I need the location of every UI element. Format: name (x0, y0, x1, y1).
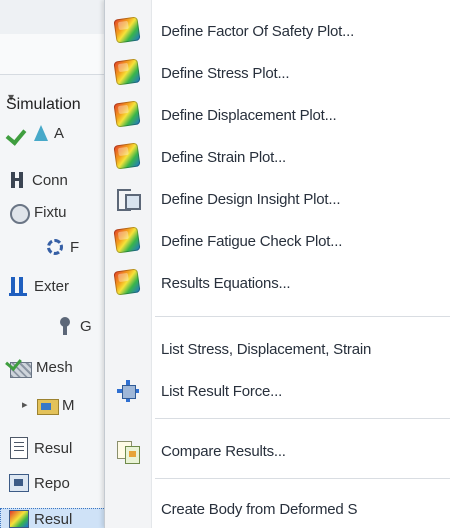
menu-item-label: List Stress, Displacement, Strain (161, 340, 372, 358)
results-context-menu: Define Factor Of Safety Plot... Define S… (104, 0, 450, 528)
tree-row-label: Conn (32, 171, 68, 189)
tree-row-label: G (80, 317, 92, 335)
tree-toolbar (0, 0, 110, 35)
simulation-tree-panel: ▾ Simulation A Conn Fixtu F Exter G Mesh… (0, 0, 110, 528)
fixture-item-icon (44, 236, 66, 258)
tree-filter-bar[interactable]: ▾ (0, 34, 110, 104)
menu-item-results-equations[interactable]: Results Equations... (105, 268, 450, 298)
tree-row-report[interactable]: Repo (8, 468, 70, 498)
tree-row-label: A (54, 124, 65, 142)
tree-row-results[interactable]: Resul (8, 504, 72, 528)
tree-row-label: Repo (34, 474, 70, 492)
tree-row-label: Resul (34, 439, 73, 457)
compare-results-icon (115, 438, 141, 464)
menu-item-list-result-force[interactable]: List Result Force... (105, 376, 450, 406)
menu-item-label: Define Displacement Plot... (161, 106, 337, 124)
result-force-icon (115, 378, 141, 404)
mesh-icon (5, 353, 32, 378)
menu-item-label: Results Equations... (161, 274, 291, 292)
tree-row-label: Mesh (36, 358, 73, 376)
menu-separator (155, 316, 450, 317)
result-options-icon (8, 436, 30, 460)
report-icon (8, 472, 30, 494)
menu-item-label: Create Body from Deformed S (161, 500, 358, 518)
plot-icon (113, 142, 141, 170)
tree-row-fixtures[interactable]: Fixtu (8, 197, 67, 227)
menu-item-define-stress-plot[interactable]: Define Stress Plot... (105, 58, 450, 88)
tree-row-mesh[interactable]: Mesh (5, 352, 73, 382)
menu-item-label: Define Factor Of Safety Plot... (161, 22, 355, 40)
plot-icon (113, 268, 141, 296)
menu-item-define-strain-plot[interactable]: Define Strain Plot... (105, 142, 450, 172)
tree-row-label: F (70, 238, 80, 256)
menu-item-define-fatigue-check-plot[interactable]: Define Fatigue Check Plot... (105, 226, 450, 256)
study-name[interactable]: Simulation (6, 96, 81, 114)
tree-row-connections[interactable]: Conn (8, 165, 68, 195)
plot-icon (113, 16, 141, 44)
tree-row-label: M (62, 396, 75, 414)
tree-row-label: Fixtu (34, 203, 67, 221)
tree-row-result-options[interactable]: Resul (8, 433, 72, 463)
menu-item-list-stress-displacement-strain[interactable]: List Stress, Displacement, Strain (105, 334, 450, 364)
design-insight-icon (115, 186, 141, 211)
menu-separator (155, 418, 450, 419)
plot-icon (113, 100, 141, 128)
check-icon (5, 122, 30, 146)
menu-item-label: Define Strain Plot... (161, 148, 287, 166)
folder-icon (36, 395, 59, 415)
plot-icon (113, 58, 141, 86)
menu-item-label: List Result Force... (161, 382, 283, 400)
connections-icon (8, 169, 28, 191)
menu-separator (155, 478, 450, 479)
tree-row-fixture-item[interactable]: F (44, 232, 79, 262)
menu-item-define-displacement-plot[interactable]: Define Displacement Plot... (105, 100, 450, 130)
menu-item-label: Compare Results... (161, 442, 286, 460)
load-item-icon (54, 315, 76, 337)
menu-item-label: Define Design Insight Plot... (161, 190, 341, 208)
menu-item-compare-results[interactable]: Compare Results... (105, 436, 450, 466)
tree-row-load-item[interactable]: G (54, 311, 92, 341)
chevron-right-icon[interactable]: ▸ (22, 394, 32, 416)
menu-item-define-factor-of-safety-plot[interactable]: Define Factor Of Safety Plot... (105, 16, 450, 46)
results-icon (8, 508, 30, 528)
tree-row-external-loads[interactable]: Exter (8, 271, 69, 301)
menu-item-label: Define Fatigue Check Plot... (161, 232, 343, 250)
tree-row-label: Exter (34, 277, 70, 295)
tree-row-analysis[interactable]: A (5, 118, 65, 148)
tree-row-folder[interactable]: ▸ M (22, 390, 75, 420)
tree-row-label: Resul (34, 510, 73, 528)
menu-item-create-body-from-deformed-shape[interactable]: Create Body from Deformed S (105, 494, 450, 524)
menu-item-define-design-insight-plot[interactable]: Define Design Insight Plot... (105, 184, 450, 214)
menu-item-label: Define Stress Plot... (161, 64, 290, 82)
flask-icon (32, 122, 50, 144)
plot-icon (113, 226, 141, 254)
external-loads-icon (8, 275, 30, 297)
fixtures-icon (8, 201, 30, 224)
